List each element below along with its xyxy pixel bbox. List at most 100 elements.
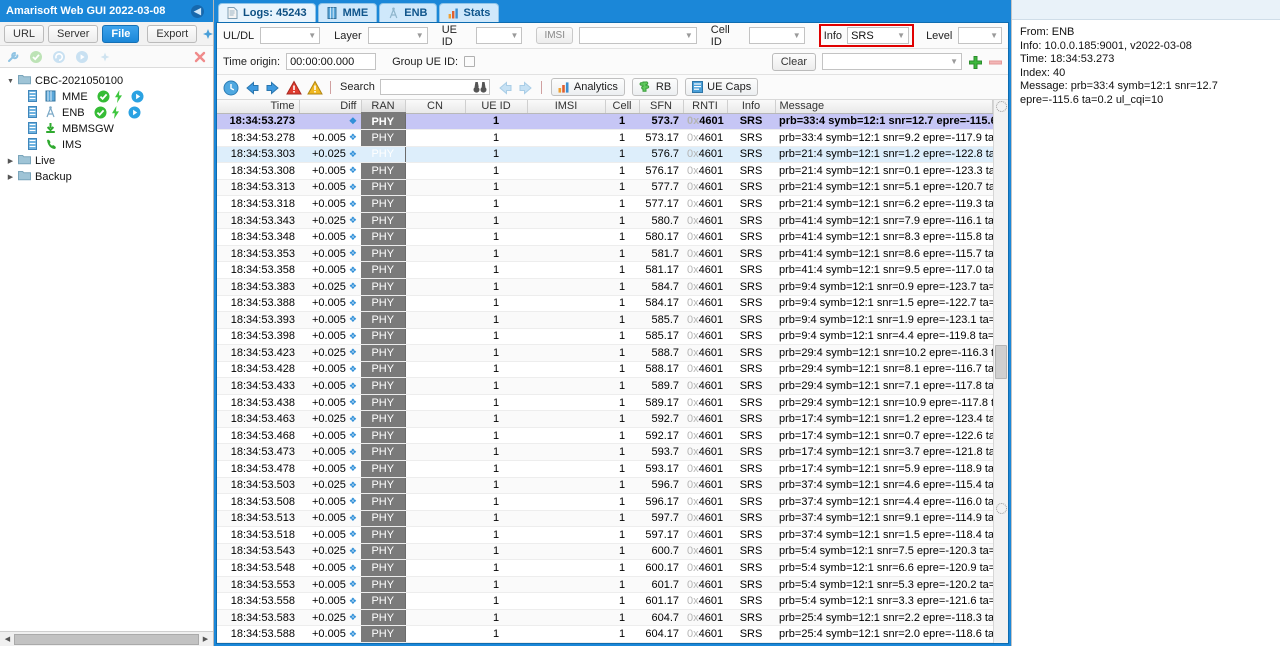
table-row[interactable]: 18:34:53.473 +0.005 ❖ PHY 1 1 593.7 0x4601 SRS pr…: [217, 443, 993, 461]
arrow-left-pale-icon[interactable]: [497, 80, 512, 95]
table-row[interactable]: 18:34:53.353 +0.005 ❖ PHY 1 1 581.7 0x4601 SRS pr…: [217, 245, 993, 263]
clock-icon[interactable]: [223, 80, 239, 96]
chevron-right-icon[interactable]: ▶: [6, 173, 15, 181]
check-circle-icon[interactable]: [29, 50, 43, 64]
table-row[interactable]: 18:34:53.513 +0.005 ❖ PHY 1 1 597.7 0x4601 SRS pr…: [217, 510, 993, 528]
table-row[interactable]: 18:34:53.358 +0.005 ❖ PHY 1 1 581.17 0x4601 SRS p…: [217, 261, 993, 279]
export-button[interactable]: Export: [147, 24, 198, 43]
chevron-left-icon[interactable]: ◀: [191, 4, 204, 18]
col-ueid[interactable]: UE ID: [465, 100, 528, 114]
chevron-right-icon[interactable]: ▶: [6, 157, 15, 165]
imsi-select[interactable]: ▼: [579, 27, 697, 44]
table-row[interactable]: 18:34:53.393 +0.005 ❖ PHY 1 1 585.7 0x4601 SRS pr…: [217, 311, 993, 329]
sidebar-horizontal-scrollbar[interactable]: ◀ ▶: [0, 631, 213, 646]
minus-red-icon[interactable]: [988, 55, 1002, 69]
col-diff[interactable]: Diff: [299, 100, 362, 114]
scroll-thumb[interactable]: [14, 633, 199, 645]
play-circle-icon[interactable]: [75, 50, 89, 64]
tree-node-mme[interactable]: MME: [6, 89, 213, 105]
table-row[interactable]: 18:34:53.588 +0.005 ❖ PHY 1 1 604.17 0x4601 SRS p…: [217, 625, 993, 643]
rb-button[interactable]: RB: [631, 78, 679, 96]
imsi-button[interactable]: IMSI: [536, 27, 574, 44]
table-row[interactable]: 18:34:53.423 +0.025 ❖ PHY 1 1 588.7 0x4601 SRS pr…: [217, 344, 993, 362]
table-row[interactable]: 18:34:53.318 +0.005 ❖ PHY 1 1 577.17 0x4601 SRS p…: [217, 195, 993, 213]
search-input[interactable]: [379, 79, 490, 97]
analytics-button[interactable]: Analytics: [550, 78, 625, 96]
uldl-select[interactable]: ▼: [260, 27, 321, 44]
warning-triangle-icon[interactable]: [307, 80, 323, 95]
clear-button[interactable]: Clear: [771, 52, 816, 71]
table-row[interactable]: 18:34:53.548 +0.005 ❖ PHY 1 1 600.17 0x4601 SRS p…: [217, 559, 993, 577]
table-row[interactable]: 18:34:53.518 +0.005 ❖ PHY 1 1 597.17 0x4601 SRS p…: [217, 526, 993, 544]
col-message[interactable]: Message: [775, 100, 993, 114]
tree-node-backup[interactable]: ▶ Backup: [6, 169, 213, 185]
table-row[interactable]: 18:34:53.383 +0.025 ❖ PHY 1 1 584.7 0x4601 SRS pr…: [217, 278, 993, 296]
table-row[interactable]: 18:34:53.278 +0.005 ❖ PHY 1 1 573.17 0x4601 SRS p…: [217, 129, 993, 147]
table-row[interactable]: 18:34:53.543 +0.025 ❖ PHY 1 1 600.7 0x4601 SRS pr…: [217, 543, 993, 561]
col-cell[interactable]: Cell: [605, 100, 640, 114]
table-row[interactable]: 18:34:53.583 +0.025 ❖ PHY 1 1 604.7 0x4601 SRS pr…: [217, 609, 993, 627]
table-row[interactable]: 18:34:53.478 +0.005 ❖ PHY 1 1 593.17 0x4601 SRS p…: [217, 460, 993, 478]
scroll-left-icon[interactable]: ◀: [1, 635, 14, 643]
table-row[interactable]: 18:34:53.398 +0.005 ❖ PHY 1 1 585.17 0x4601 SRS p…: [217, 328, 993, 346]
tab-logs[interactable]: Logs: 45243: [218, 3, 316, 22]
col-cn[interactable]: CN: [405, 100, 466, 114]
cellid-select[interactable]: ▼: [748, 27, 805, 44]
col-time[interactable]: Time: [217, 100, 300, 114]
table-vertical-scrollbar[interactable]: [993, 100, 1008, 643]
col-imsi[interactable]: IMSI: [527, 100, 606, 114]
table-row[interactable]: 18:34:53.463 +0.025 ❖ PHY 1 1 592.7 0x4601 SRS pr…: [217, 410, 993, 428]
scroll-bottom-grip[interactable]: [996, 503, 1007, 514]
scroll-top-grip[interactable]: [996, 101, 1007, 112]
table-row[interactable]: 18:34:53.303 +0.025 ❖ PHY 1 1 576.7 0x4601 SRS pr…: [217, 146, 993, 164]
table-row[interactable]: 18:34:53.343 +0.025 ❖ PHY 1 1 580.7 0x4601 SRS pr…: [217, 212, 993, 230]
tab-stats[interactable]: Stats: [438, 3, 500, 22]
table-row[interactable]: 18:34:53.428 +0.005 ❖ PHY 1 1 588.17 0x4601 SRS p…: [217, 361, 993, 379]
col-sfn[interactable]: SFN: [639, 100, 684, 114]
table-row[interactable]: 18:34:53.433 +0.005 ❖ PHY 1 1 589.7 0x4601 SRS pr…: [217, 377, 993, 395]
scroll-thumb[interactable]: [995, 345, 1007, 379]
table-row[interactable]: 18:34:53.348 +0.005 ❖ PHY 1 1 580.17 0x4601 SRS p…: [217, 228, 993, 246]
tab-server[interactable]: Server: [48, 24, 99, 43]
table-row[interactable]: 18:34:53.388 +0.005 ❖ PHY 1 1 584.17 0x4601 SRS p…: [217, 295, 993, 313]
delete-x-icon[interactable]: [193, 50, 207, 64]
tree-node-cbc[interactable]: ▼ CBC-2021050100: [6, 73, 213, 89]
table-row[interactable]: 18:34:53.508 +0.005 ❖ PHY 1 1 596.17 0x4601 SRS p…: [217, 493, 993, 511]
arrow-right-icon[interactable]: [265, 80, 279, 95]
wrench-icon[interactable]: [6, 50, 20, 64]
tab-enb[interactable]: ENB: [379, 3, 437, 22]
arrow-left-icon[interactable]: [244, 80, 259, 95]
tab-url[interactable]: URL: [4, 24, 45, 43]
error-triangle-icon[interactable]: [286, 80, 302, 95]
chevron-down-icon[interactable]: ▼: [6, 78, 15, 85]
ueid-select[interactable]: ▼: [475, 27, 523, 44]
binoculars-icon[interactable]: [473, 81, 487, 97]
table-row[interactable]: 18:34:53.553 +0.005 ❖ PHY 1 1 601.7 0x4601 SRS pr…: [217, 576, 993, 594]
tab-mme[interactable]: MME: [317, 3, 378, 22]
table-row[interactable]: 18:34:53.273 ❖ PHY 1 1 573.7 0x4601 SRS prb=33:4…: [217, 113, 993, 131]
table-row[interactable]: 18:34:53.503 +0.025 ❖ PHY 1 1 596.7 0x4601 SRS pr…: [217, 477, 993, 495]
table-row[interactable]: 18:34:53.468 +0.005 ❖ PHY 1 1 592.17 0x4601 SRS p…: [217, 427, 993, 445]
plus-green-icon[interactable]: [968, 55, 982, 69]
table-row[interactable]: 18:34:53.558 +0.005 ❖ PHY 1 1 601.17 0x4601 SRS p…: [217, 592, 993, 610]
tree-node-enb[interactable]: ENB: [6, 105, 213, 121]
col-info[interactable]: Info: [727, 100, 776, 114]
col-ran[interactable]: RAN: [361, 100, 406, 114]
table-row[interactable]: 18:34:53.438 +0.005 ❖ PHY 1 1 589.17 0x4601 SRS p…: [217, 394, 993, 412]
layer-select[interactable]: ▼: [367, 27, 428, 44]
saved-filter-select[interactable]: ▼: [822, 53, 962, 70]
tree-node-live[interactable]: ▶ Live: [6, 153, 213, 169]
refresh-icon[interactable]: [52, 50, 66, 64]
scroll-right-icon[interactable]: ▶: [199, 635, 212, 643]
table-row[interactable]: 18:34:53.313 +0.005 ❖ PHY 1 1 577.7 0x4601 SRS pr…: [217, 179, 993, 197]
tab-file[interactable]: File: [102, 24, 140, 43]
table-row[interactable]: 18:34:53.308 +0.005 ❖ PHY 1 1 576.17 0x4601 SRS p…: [217, 162, 993, 180]
info-select[interactable]: SRS ▼: [847, 27, 910, 44]
group-ueid-checkbox[interactable]: [464, 56, 476, 67]
time-origin-input[interactable]: 00:00:00.000: [286, 53, 377, 70]
level-select[interactable]: ▼: [958, 27, 1002, 44]
plus-icon[interactable]: [98, 50, 112, 64]
tree-node-ims[interactable]: IMS: [6, 137, 213, 153]
arrow-right-pale-icon[interactable]: [518, 80, 532, 95]
col-rnti[interactable]: RNTI: [683, 100, 728, 114]
